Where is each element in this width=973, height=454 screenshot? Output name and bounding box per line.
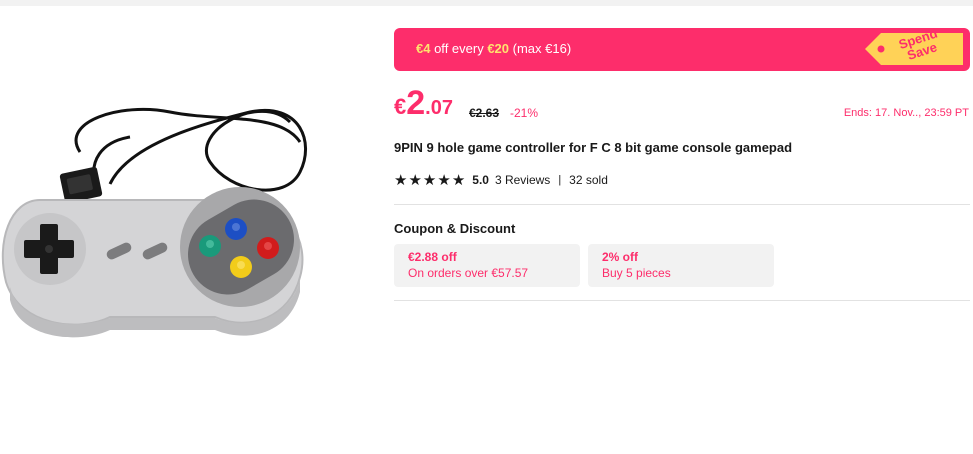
divider — [394, 204, 970, 205]
coupon-card[interactable]: 2% off Buy 5 pieces — [588, 244, 774, 287]
product-title: 9PIN 9 hole game controller for F C 8 bi… — [394, 140, 793, 155]
divider — [394, 300, 970, 301]
promo-max: (max €16) — [509, 41, 572, 56]
price-currency: € — [394, 94, 407, 119]
product-image[interactable] — [0, 82, 310, 422]
discount-percent: -21% — [510, 106, 539, 120]
rating-score: 5.0 — [472, 173, 489, 187]
original-price: €2.63 — [469, 106, 500, 120]
coupon-section-title: Coupon & Discount — [394, 221, 516, 236]
star-icon: ★ — [437, 171, 451, 189]
rating-row: ★ ★ ★ ★ ★ 5.0 3 Reviews | 32 sold — [394, 171, 608, 189]
promo-threshold: €20 — [487, 41, 510, 56]
coupon-amount: €2.88 off — [408, 250, 457, 264]
gamepad-image — [1, 107, 308, 338]
coupon-condition: Buy 5 pieces — [602, 266, 671, 280]
price-integer: 2 — [406, 84, 426, 122]
star-icon: ★ — [394, 171, 408, 189]
reviews-link[interactable]: 3 Reviews — [495, 173, 550, 187]
sold-count: 32 sold — [569, 173, 608, 187]
coupon-card[interactable]: €2.88 off On orders over €57.57 — [394, 244, 580, 287]
current-price: €2.07 — [394, 84, 453, 123]
coupon-condition: On orders over €57.57 — [408, 266, 529, 280]
star-icon: ★ — [451, 171, 466, 189]
promo-middle: off every — [430, 41, 488, 56]
top-strip — [0, 0, 973, 6]
promo-amount: €4 — [416, 41, 431, 56]
sale-ends-text: Ends: 17. Nov.., 23:59 PT — [843, 107, 969, 119]
separator: | — [558, 174, 562, 186]
promo-text: €4 off every €20 (max €16) — [416, 41, 571, 56]
coupon-amount: 2% off — [602, 250, 638, 264]
star-icon: ★ — [422, 171, 437, 189]
price-decimal: .07 — [425, 97, 453, 119]
star-icon: ★ — [408, 171, 422, 189]
promo-banner[interactable]: €4 off every €20 (max €16) Spend Save — [394, 28, 970, 71]
